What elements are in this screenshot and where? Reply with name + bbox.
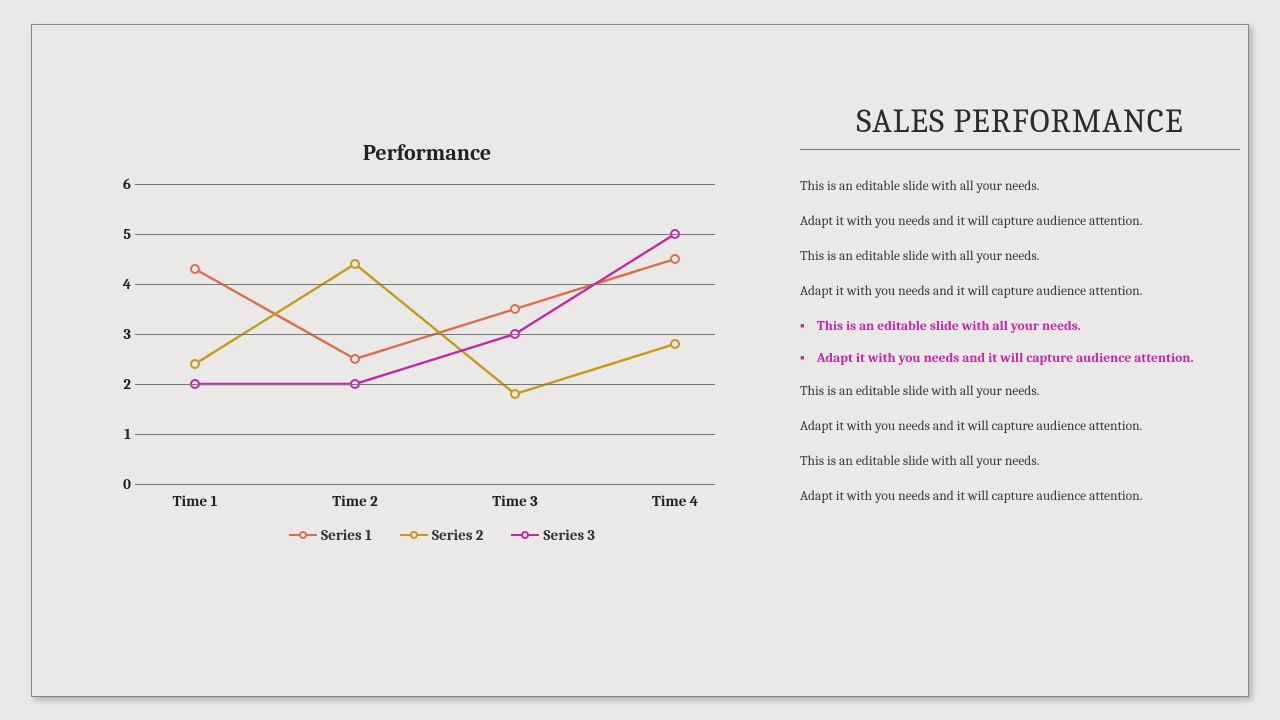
gridline bbox=[135, 384, 715, 385]
bullet-text: This is an editable slide with all your … bbox=[800, 453, 1240, 472]
bullet-text: Adapt it with you needs and it will capt… bbox=[800, 418, 1240, 437]
data-point bbox=[191, 360, 199, 368]
slide-canvas: Performance 0123456Time 1Time 2Time 3Tim… bbox=[31, 24, 1249, 697]
legend-swatch bbox=[289, 528, 317, 542]
legend-label: Series 1 bbox=[321, 526, 372, 544]
chart-block: Performance 0123456Time 1Time 2Time 3Tim… bbox=[87, 140, 767, 544]
x-tick: Time 1 bbox=[145, 492, 245, 510]
legend-swatch bbox=[511, 528, 539, 542]
gridline bbox=[135, 434, 715, 435]
chart-legend: Series 1 Series 2 Series 3 bbox=[117, 526, 767, 544]
legend-item: Series 2 bbox=[400, 526, 484, 544]
legend-item: Series 1 bbox=[289, 526, 372, 544]
y-tick: 1 bbox=[107, 425, 131, 443]
bullet-text: This is an editable slide with all your … bbox=[800, 383, 1240, 402]
data-point bbox=[511, 390, 519, 398]
y-tick: 2 bbox=[107, 375, 131, 393]
y-tick: 5 bbox=[107, 225, 131, 243]
bullet-accent: This is an editable slide with all your … bbox=[800, 318, 1240, 337]
x-tick: Time 2 bbox=[305, 492, 405, 510]
y-tick: 6 bbox=[107, 175, 131, 193]
bullet-text: Adapt it with you needs and it will capt… bbox=[800, 213, 1240, 232]
data-point bbox=[351, 260, 359, 268]
bullet-text: Adapt it with you needs and it will capt… bbox=[800, 283, 1240, 302]
legend-item: Series 3 bbox=[511, 526, 595, 544]
legend-swatch bbox=[400, 528, 428, 542]
y-tick: 3 bbox=[107, 325, 131, 343]
legend-label: Series 3 bbox=[543, 526, 595, 544]
data-point bbox=[671, 340, 679, 348]
bullet-list: This is an editable slide with all your … bbox=[800, 178, 1240, 507]
gridline bbox=[135, 284, 715, 285]
bullet-accent: Adapt it with you needs and it will capt… bbox=[800, 350, 1240, 369]
data-point bbox=[511, 305, 519, 313]
page-title: SALES PERFORMANCE bbox=[800, 103, 1240, 150]
bullet-text: This is an editable slide with all your … bbox=[800, 248, 1240, 267]
gridline bbox=[135, 334, 715, 335]
x-tick: Time 4 bbox=[625, 492, 725, 510]
chart-title: Performance bbox=[87, 140, 767, 166]
y-tick: 0 bbox=[107, 475, 131, 493]
data-point bbox=[191, 265, 199, 273]
bullet-text: Adapt it with you needs and it will capt… bbox=[800, 488, 1240, 507]
gridline bbox=[135, 234, 715, 235]
y-tick: 4 bbox=[107, 275, 131, 293]
series-line bbox=[195, 259, 675, 359]
gridline bbox=[135, 484, 715, 485]
data-point bbox=[351, 355, 359, 363]
bullet-text: This is an editable slide with all your … bbox=[800, 178, 1240, 197]
gridline bbox=[135, 184, 715, 185]
data-point bbox=[671, 255, 679, 263]
chart-plot: 0123456Time 1Time 2Time 3Time 4 bbox=[135, 184, 755, 484]
content-panel: SALES PERFORMANCE This is an editable sl… bbox=[800, 103, 1240, 523]
x-tick: Time 3 bbox=[465, 492, 565, 510]
legend-label: Series 2 bbox=[432, 526, 484, 544]
